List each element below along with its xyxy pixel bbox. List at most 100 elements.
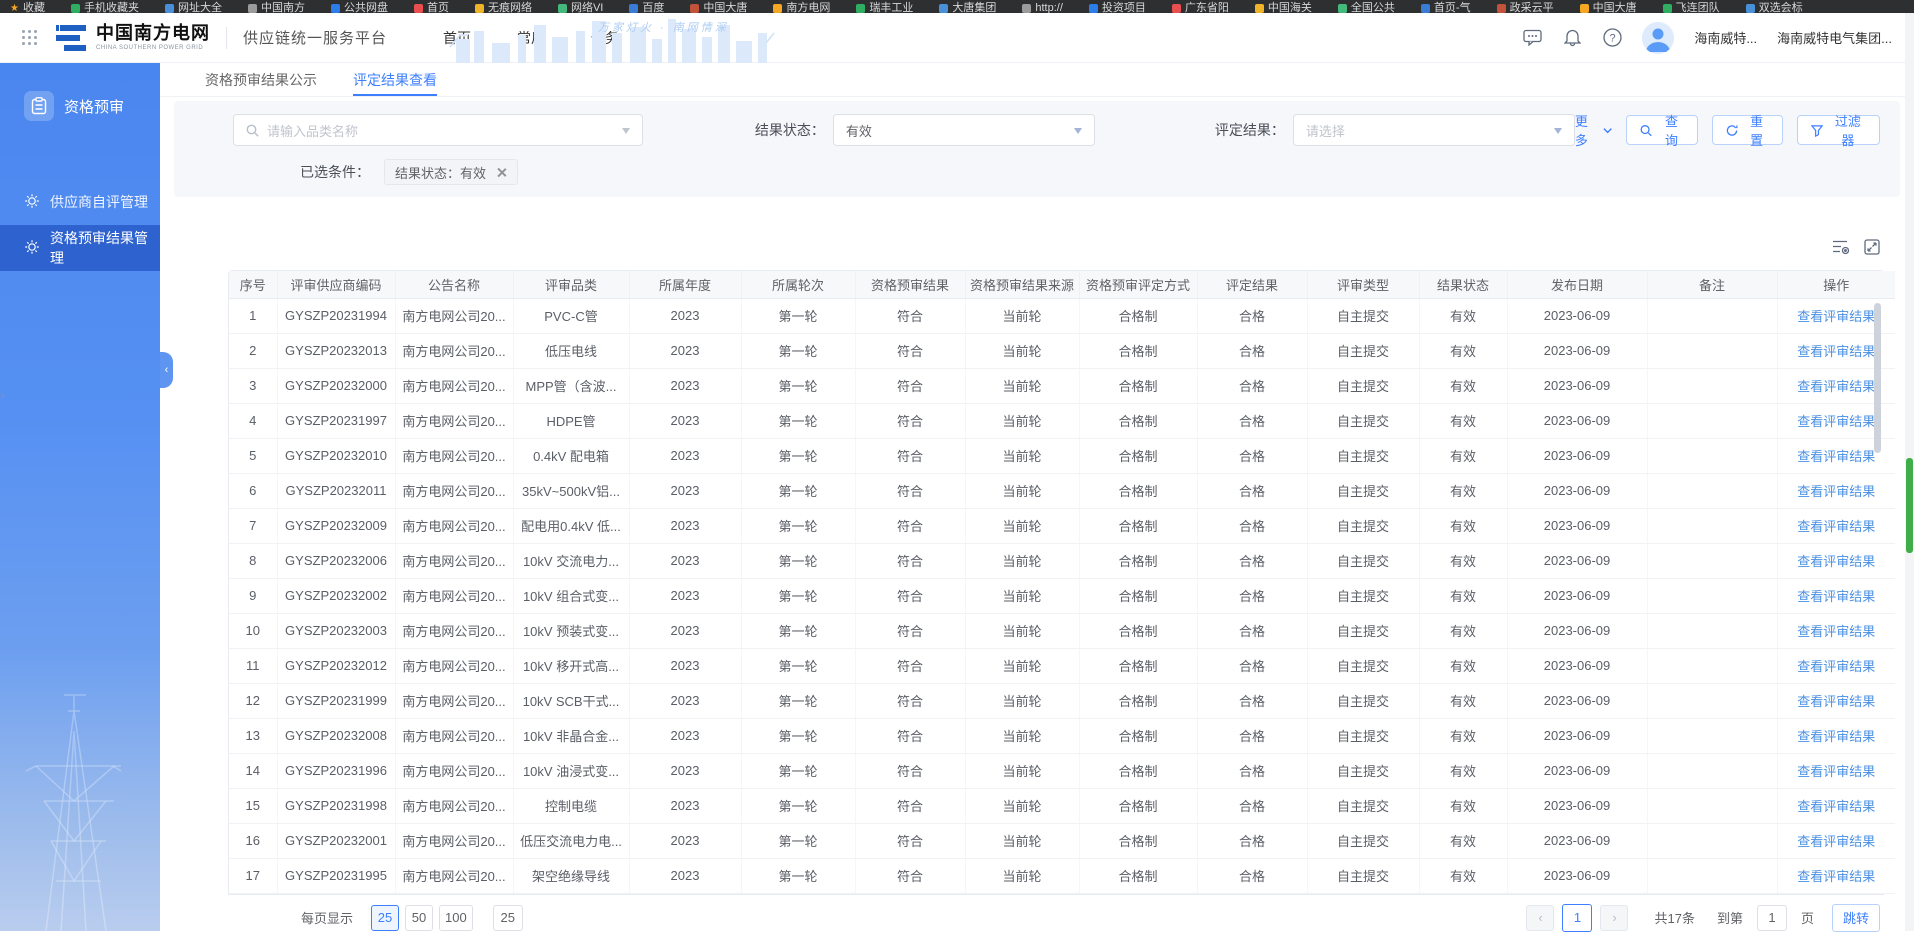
view-review-result-link[interactable]: 查看评审结果 <box>1797 554 1875 569</box>
view-review-result-link[interactable]: 查看评审结果 <box>1797 379 1875 394</box>
sidebar-item-prequalification-result-management[interactable]: 资格预审结果管理 <box>0 225 160 271</box>
view-review-result-link[interactable]: 查看评审结果 <box>1797 309 1875 324</box>
bookmark-item[interactable]: 广东省阳 <box>1172 2 1229 13</box>
cell-year: 2023 <box>629 508 741 543</box>
next-page-button[interactable]: › <box>1600 905 1628 931</box>
cell-notice: 南方电网公司20... <box>395 718 513 753</box>
cell-prequal_result: 符合 <box>855 753 965 788</box>
bookmark-item[interactable]: 首页 <box>414 2 449 13</box>
edge-chevron-icon[interactable]: › <box>1 390 4 401</box>
bookmark-label: 全国公共 <box>1351 2 1395 13</box>
sidebar-item-supplier-self-evaluation[interactable]: 供应商自评管理 <box>0 179 160 225</box>
view-review-result-link[interactable]: 查看评审结果 <box>1797 694 1875 709</box>
more-filters-link[interactable]: 更多 <box>1575 111 1613 149</box>
notification-bell-icon[interactable] <box>1562 28 1582 48</box>
view-review-result-link[interactable]: 查看评审结果 <box>1797 414 1875 429</box>
goto-page-input[interactable]: 1 <box>1757 905 1787 931</box>
page-scrollbar-thumb[interactable] <box>1906 458 1913 553</box>
cell-year: 2023 <box>629 683 741 718</box>
app-grid-icon[interactable] <box>22 30 38 46</box>
help-icon[interactable]: ? <box>1602 28 1622 48</box>
view-review-result-link[interactable]: 查看评审结果 <box>1797 834 1875 849</box>
bookmark-item[interactable]: 中国南方 <box>248 2 305 13</box>
view-review-result-link[interactable]: 查看评审结果 <box>1797 764 1875 779</box>
table-row: 13GYSZP20232008南方电网公司20...10kV 非晶合金...20… <box>229 718 1895 753</box>
bookmark-item[interactable]: 投资项目 <box>1089 2 1146 13</box>
bookmark-item[interactable]: ★收藏 <box>10 2 45 13</box>
user-name-dropdown[interactable]: 海南威特... <box>1694 28 1757 47</box>
column-settings-icon[interactable] <box>1832 239 1850 260</box>
view-review-result-link[interactable]: 查看评审结果 <box>1797 729 1875 744</box>
query-button[interactable]: 查询 <box>1626 115 1697 145</box>
bookmark-item[interactable]: 政采云平 <box>1497 2 1554 13</box>
reset-button[interactable]: 重置 <box>1712 115 1783 145</box>
sidebar-collapse-handle[interactable]: ‹ <box>160 352 173 388</box>
cell-review_type: 自主提交 <box>1307 473 1419 508</box>
bookmark-item[interactable]: 大唐集团 <box>939 2 996 13</box>
favicon <box>165 4 174 13</box>
view-review-result-link[interactable]: 查看评审结果 <box>1797 449 1875 464</box>
view-review-result-link[interactable]: 查看评审结果 <box>1797 659 1875 674</box>
prev-page-button[interactable]: ‹ <box>1526 905 1554 931</box>
sidebar-group-prequalification[interactable]: 资格预审 <box>0 79 160 133</box>
cell-year: 2023 <box>629 368 741 403</box>
bookmark-item[interactable]: 南方电网 <box>773 2 830 13</box>
view-review-result-link[interactable]: 查看评审结果 <box>1797 344 1875 359</box>
result-status-select[interactable]: 有效 <box>833 114 1095 146</box>
page-size-50[interactable]: 50 <box>405 905 433 931</box>
view-review-result-link[interactable]: 查看评审结果 <box>1797 589 1875 604</box>
bookmark-item[interactable]: 飞连团队 <box>1663 2 1720 13</box>
view-review-result-link[interactable]: 查看评审结果 <box>1797 624 1875 639</box>
bookmark-item[interactable]: 全国公共 <box>1338 2 1395 13</box>
bookmark-item[interactable]: 公共网盘 <box>331 2 388 13</box>
cell-method: 合格制 <box>1079 823 1197 858</box>
view-review-result-link[interactable]: 查看评审结果 <box>1797 519 1875 534</box>
tab-bar: 资格预审结果公示 评定结果查看 <box>160 63 1914 97</box>
cell-status: 有效 <box>1419 823 1507 858</box>
view-review-result-link[interactable]: 查看评审结果 <box>1797 869 1875 884</box>
cell-remark <box>1647 648 1777 683</box>
bookmark-item[interactable]: 首页-气 <box>1421 2 1471 13</box>
cell-eval_result: 合格 <box>1197 298 1307 333</box>
page-size-100[interactable]: 100 <box>439 905 473 931</box>
page-scrollbar[interactable] <box>1905 13 1914 931</box>
user-avatar[interactable] <box>1642 22 1674 54</box>
nav-common[interactable]: 常用 <box>517 28 545 48</box>
bookmark-item[interactable]: 双选会标 <box>1746 2 1803 13</box>
bookmark-label: 无痕网络 <box>488 2 532 13</box>
filter-button[interactable]: 过滤器 <box>1797 115 1880 145</box>
message-icon[interactable] <box>1522 28 1542 48</box>
current-page-button[interactable]: 1 <box>1562 904 1592 932</box>
table-scrollbar[interactable] <box>1874 303 1881 453</box>
bookmark-item[interactable]: 中国大唐 <box>690 2 747 13</box>
cell-category: 0.4kV 配电箱 <box>513 438 629 473</box>
cell-method: 合格制 <box>1079 578 1197 613</box>
bookmark-item[interactable]: 网址大全 <box>165 2 222 13</box>
close-icon[interactable] <box>496 167 507 178</box>
nav-tasks[interactable]: 任务 <box>591 28 619 48</box>
bookmark-item[interactable]: 手机收藏夹 <box>71 2 139 13</box>
bookmark-item[interactable]: 无痕网络 <box>475 2 532 13</box>
bookmark-item[interactable]: 瑞丰工业 <box>856 2 913 13</box>
bookmark-item[interactable]: 中国大唐 <box>1580 2 1637 13</box>
fullscreen-icon[interactable] <box>1864 239 1880 260</box>
bookmark-item[interactable]: 中国海关 <box>1255 2 1312 13</box>
jump-button[interactable]: 跳转 <box>1832 904 1880 932</box>
cell-publish_date: 2023-06-09 <box>1507 543 1647 578</box>
cell-remark <box>1647 613 1777 648</box>
bookmark-item[interactable]: http:// <box>1022 2 1063 13</box>
category-search-select[interactable]: 请输入品类名称 <box>233 114 643 146</box>
cell-notice: 南方电网公司20... <box>395 753 513 788</box>
view-review-result-link[interactable]: 查看评审结果 <box>1797 484 1875 499</box>
tab-evaluation-result-view[interactable]: 评定结果查看 <box>353 63 437 96</box>
cell-prequal_result: 符合 <box>855 788 965 823</box>
cell-status: 有效 <box>1419 858 1507 893</box>
page-size-25[interactable]: 25 <box>371 905 399 931</box>
nav-home[interactable]: 首页 <box>443 28 471 48</box>
evaluation-result-select[interactable]: 请选择 <box>1293 114 1575 146</box>
bookmark-item[interactable]: 网络VI <box>558 2 603 13</box>
bookmark-item[interactable]: 百度 <box>629 2 664 13</box>
page-size-input[interactable]: 25 <box>493 905 523 931</box>
tab-prequalification-result-publicity[interactable]: 资格预审结果公示 <box>205 63 317 96</box>
view-review-result-link[interactable]: 查看评审结果 <box>1797 799 1875 814</box>
